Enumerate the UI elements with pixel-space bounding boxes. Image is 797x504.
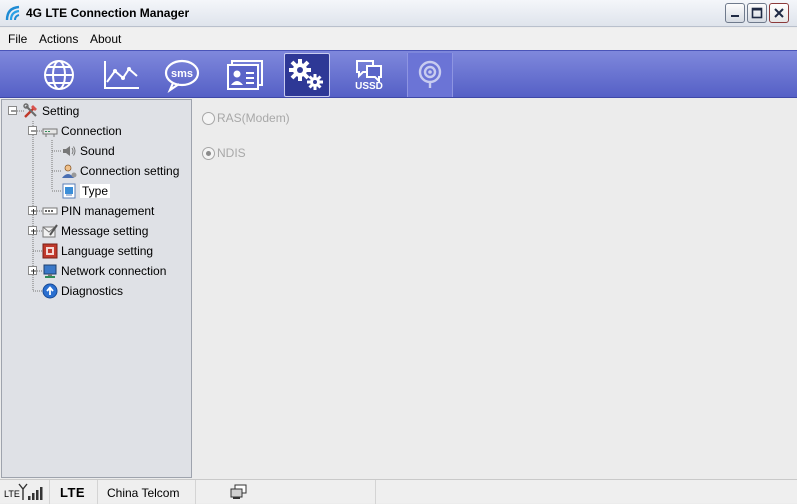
- network-type-label: LTE: [60, 485, 86, 500]
- close-icon: [774, 8, 784, 18]
- tree-label-selected: Type: [80, 184, 111, 198]
- radio-button[interactable]: [202, 111, 215, 125]
- title-bar[interactable]: 4G LTE Connection Manager: [0, 0, 797, 27]
- radio-ndis[interactable]: NDIS: [202, 146, 246, 160]
- toolbar-internet-button[interactable]: [36, 53, 82, 97]
- tree-label: Setting: [42, 104, 80, 118]
- tree-collapse-connection[interactable]: [28, 126, 37, 135]
- settings-gears-icon: [289, 59, 323, 90]
- tree-item-setting[interactable]: Setting: [23, 102, 79, 120]
- ussd-label: USSD: [355, 81, 383, 92]
- language-icon: [42, 243, 58, 259]
- app-logo-icon: [4, 4, 22, 22]
- minimize-icon: [731, 15, 739, 17]
- tree-item-type[interactable]: Type: [61, 182, 111, 200]
- toolbar-update-button[interactable]: [407, 53, 453, 97]
- sms-icon: sms: [164, 59, 200, 93]
- tree-label: Network connection: [61, 264, 167, 278]
- signal-strength-icon: [18, 483, 43, 500]
- user-settings-icon: [62, 164, 77, 178]
- connection-computers-icon: [230, 484, 247, 499]
- pin-field-icon: [42, 207, 58, 215]
- status-filler: [376, 480, 797, 504]
- tools-icon: [23, 103, 37, 118]
- network-device-icon: [42, 128, 58, 137]
- toolbar-contacts-button[interactable]: [222, 53, 268, 97]
- operator-label: China Telcom: [107, 486, 180, 500]
- operator-segment: China Telcom: [98, 480, 196, 504]
- contacts-icon: [227, 60, 263, 90]
- globe-icon: [44, 60, 74, 90]
- app-window: 4G LTE Connection Manager File Actions A…: [0, 0, 797, 504]
- tree-label: PIN management: [61, 204, 155, 218]
- status-bar: LTE LTE China Telcom: [0, 479, 797, 504]
- toolbar-settings-button[interactable]: [284, 53, 330, 97]
- radio-ras-modem[interactable]: RAS(Modem): [202, 111, 290, 125]
- tree-label: Connection setting: [80, 164, 180, 178]
- monitor-network-icon: [43, 264, 57, 278]
- message-pen-icon: [42, 224, 58, 238]
- menu-file[interactable]: File: [8, 32, 27, 46]
- tree-collapse-setting[interactable]: [8, 106, 17, 115]
- tree-item-pin-management[interactable]: PIN management: [42, 202, 154, 220]
- tree-label: Diagnostics: [61, 284, 124, 298]
- tree-label: Connection: [61, 124, 122, 138]
- tree-expand-network[interactable]: [28, 266, 37, 275]
- menu-actions[interactable]: Actions: [39, 32, 78, 46]
- diagnostics-arrow-icon: [42, 283, 58, 299]
- window-title: 4G LTE Connection Manager: [26, 6, 190, 20]
- toolbar-sms-button[interactable]: sms: [159, 53, 205, 97]
- svg-text:sms: sms: [171, 68, 193, 80]
- toolbar-ussd-button[interactable]: USSD: [346, 53, 392, 97]
- radio-label: NDIS: [217, 146, 246, 160]
- toolbar: sms USSD: [0, 50, 797, 98]
- tree-item-sound[interactable]: Sound: [61, 142, 115, 160]
- network-type-segment: LTE: [50, 480, 98, 504]
- type-settings-panel: RAS(Modem) NDIS: [193, 99, 796, 478]
- tree-label: Message setting: [61, 224, 149, 238]
- tree-label: Sound: [80, 144, 115, 158]
- menu-about[interactable]: About: [90, 32, 121, 46]
- tree-item-connection-setting[interactable]: Connection setting: [61, 162, 179, 180]
- tree-item-connection[interactable]: Connection: [42, 122, 122, 140]
- menu-bar: File Actions About: [0, 28, 797, 50]
- radio-button-checked[interactable]: [202, 146, 215, 160]
- close-button[interactable]: [769, 3, 789, 23]
- maximize-icon: [751, 7, 763, 19]
- tree-item-network-connection[interactable]: Network connection: [42, 262, 166, 280]
- tree-item-language-setting[interactable]: Language setting: [42, 242, 153, 260]
- chart-icon: [104, 61, 139, 89]
- settings-tree: Setting Connection Sound Connection sett…: [1, 99, 192, 478]
- tree-expand-pin[interactable]: [28, 206, 37, 215]
- type-document-icon: [62, 183, 76, 199]
- tree-item-message-setting[interactable]: Message setting: [42, 222, 148, 240]
- ussd-icon: [356, 60, 382, 82]
- tree-label: Language setting: [61, 244, 154, 258]
- maximize-button[interactable]: [747, 3, 767, 23]
- tree-expand-message[interactable]: [28, 226, 37, 235]
- connection-status-segment: [196, 480, 376, 504]
- toolbar-statistics-button[interactable]: [98, 53, 144, 97]
- signal-segment: LTE: [0, 480, 50, 504]
- minimize-button[interactable]: [725, 3, 745, 23]
- tree-item-diagnostics[interactable]: Diagnostics: [42, 282, 123, 300]
- update-icon: [418, 60, 442, 88]
- radio-label: RAS(Modem): [217, 111, 290, 125]
- speaker-icon: [63, 146, 76, 156]
